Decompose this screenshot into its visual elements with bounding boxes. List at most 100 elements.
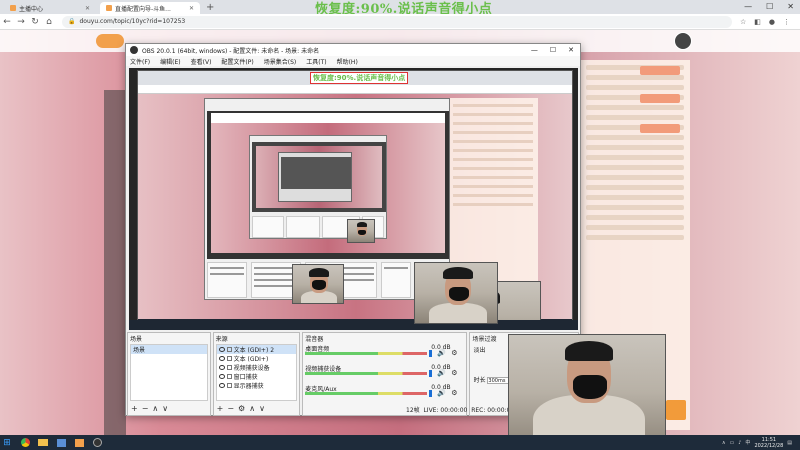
extension-icon[interactable]: ◧: [754, 18, 761, 26]
visibility-icon[interactable]: [218, 374, 225, 379]
scenes-dock: 场景 场景 + − ∧ ∨: [127, 332, 211, 416]
visibility-icon[interactable]: [218, 356, 225, 361]
add-source-button[interactable]: +: [217, 404, 224, 413]
recursive-capture-level-2: [211, 113, 445, 253]
tab-close-icon[interactable]: ✕: [85, 5, 90, 12]
browser-tab-anchor-center[interactable]: 主播中心 ✕: [4, 2, 96, 14]
obs-taskbar-icon[interactable]: [90, 437, 104, 448]
visibility-icon[interactable]: [218, 365, 225, 370]
browser-address-row: ← → ↻ ⌂ 🔒 douyu.com/topic/10yc?rid=10725…: [0, 14, 800, 30]
page-action-button[interactable]: [640, 94, 680, 103]
source-properties-button[interactable]: ⚙: [238, 404, 245, 413]
floating-webcam-large: [508, 334, 666, 450]
clock[interactable]: 11:51 2022/12/28: [754, 437, 783, 449]
nested-address-bar: [138, 85, 572, 94]
lock-icon[interactable]: [226, 347, 232, 352]
menu-tools[interactable]: 工具(T): [306, 57, 326, 66]
nested-overlay-text: 恢复度:90%.说话声音得小点: [310, 72, 409, 84]
speaker-icon[interactable]: 🔊: [437, 349, 446, 357]
app-icon-2[interactable]: [72, 437, 86, 448]
app-icon[interactable]: [54, 437, 68, 448]
move-up-button[interactable]: ∧: [152, 404, 158, 413]
tray-arrow-icon[interactable]: ∧: [722, 440, 726, 446]
move-down-button[interactable]: ∨: [162, 404, 168, 413]
notification-icon[interactable]: ▤: [787, 440, 792, 446]
source-item[interactable]: 窗口捕获: [217, 372, 297, 381]
sources-dock: 来源 文本 (GDI+) 2 文本 (GDI+) 视频捕获设备 窗口捕获 显示器…: [212, 332, 301, 416]
volume-slider[interactable]: [429, 390, 433, 397]
sources-list[interactable]: 文本 (GDI+) 2 文本 (GDI+) 视频捕获设备 窗口捕获 显示器捕获: [215, 344, 298, 401]
forward-button[interactable]: →: [14, 17, 28, 27]
browser-tab-douyu-guide[interactable]: 直播配置向导-斗鱼... ✕: [100, 2, 200, 14]
tab-close-icon[interactable]: ✕: [189, 5, 194, 12]
menu-view[interactable]: 查看(V): [191, 57, 212, 66]
page-action-button[interactable]: [640, 124, 680, 133]
source-item[interactable]: 显示器捕获: [217, 381, 297, 390]
start-button[interactable]: ⊞: [0, 438, 14, 448]
menu-icon[interactable]: ⋮: [783, 18, 790, 26]
back-button[interactable]: ←: [0, 17, 14, 27]
maximize-button[interactable]: ☐: [766, 2, 773, 11]
chrome-icon[interactable]: [18, 437, 32, 448]
obs-title-bar: OBS 20.0.1 (64bit, windows) - 配置文件: 未命名 …: [126, 44, 580, 56]
network-icon[interactable]: ▭: [729, 440, 734, 446]
remove-scene-button[interactable]: −: [142, 404, 149, 413]
minimize-button[interactable]: —: [744, 2, 752, 11]
source-item[interactable]: 文本 (GDI+) 2: [216, 345, 297, 354]
volume-slider[interactable]: [429, 350, 433, 357]
sources-toolbar: + − ⚙ ∧ ∨: [217, 404, 265, 413]
visibility-icon[interactable]: [218, 383, 225, 388]
profile-icon[interactable]: ●: [769, 18, 775, 26]
lock-icon[interactable]: [226, 374, 232, 379]
visibility-icon[interactable]: [218, 347, 225, 352]
gear-icon[interactable]: ⚙: [451, 349, 457, 357]
close-button[interactable]: ✕: [787, 2, 794, 11]
floating-action-button[interactable]: [666, 400, 686, 420]
lock-icon[interactable]: [226, 356, 232, 361]
nested-dock: [381, 262, 411, 298]
page-action-button[interactable]: [640, 66, 680, 75]
obs-status-bar: 12帧 LIVE: 00:00:00 REC: 00:00:00: [406, 405, 514, 414]
source-item[interactable]: 视频捕获设备: [217, 363, 297, 372]
new-tab-button[interactable]: +: [206, 2, 214, 14]
volume-slider[interactable]: [429, 370, 433, 377]
gear-icon[interactable]: ⚙: [451, 389, 457, 397]
menu-profile[interactable]: 配置文件(P): [221, 57, 253, 66]
obs-minimize-button[interactable]: —: [531, 46, 538, 54]
volume-meter: [305, 392, 428, 395]
menu-edit[interactable]: 编辑(E): [160, 57, 180, 66]
url-bar[interactable]: 🔒 douyu.com/topic/10yc?rid=107253: [62, 15, 732, 28]
obs-close-button[interactable]: ✕: [568, 46, 574, 54]
home-button[interactable]: ⌂: [42, 17, 56, 27]
bookmark-star-icon[interactable]: ☆: [740, 18, 746, 26]
add-scene-button[interactable]: +: [131, 404, 138, 413]
move-down-button[interactable]: ∨: [259, 404, 265, 413]
scene-item[interactable]: 场景: [131, 345, 207, 354]
site-logo[interactable]: [96, 34, 124, 48]
source-item[interactable]: 文本 (GDI+): [217, 354, 297, 363]
obs-title-text: OBS 20.0.1 (64bit, windows) - 配置文件: 未命名 …: [142, 47, 320, 55]
mixer-dock: 混音器 桌面音频 0.0 dB 🔊 ⚙ 视频捕获设备 0.0 dB 🔊 ⚙ 麦克…: [302, 332, 468, 416]
obs-menu-bar: 文件(F) 编辑(E) 查看(V) 配置文件(P) 场景集合(S) 工具(T) …: [126, 56, 580, 66]
menu-help[interactable]: 帮助(H): [337, 57, 358, 66]
ime-indicator[interactable]: 中: [745, 439, 750, 446]
menu-file[interactable]: 文件(F): [130, 57, 150, 66]
obs-preview[interactable]: 恢复度:90%.说话声音得小点: [129, 68, 578, 330]
menu-scene-collection[interactable]: 场景集合(S): [264, 57, 297, 66]
preview-taskbar: [129, 320, 578, 330]
speaker-icon[interactable]: 🔊: [437, 369, 446, 377]
obs-maximize-button[interactable]: ☐: [550, 46, 556, 54]
speaker-icon[interactable]: 🔊: [437, 389, 446, 397]
reload-button[interactable]: ↻: [28, 17, 42, 27]
remove-source-button[interactable]: −: [227, 404, 234, 413]
gear-icon[interactable]: ⚙: [451, 369, 457, 377]
lock-icon[interactable]: [226, 383, 232, 388]
lock-icon[interactable]: [226, 365, 232, 370]
volume-icon[interactable]: ♪: [738, 440, 741, 446]
file-explorer-icon[interactable]: [36, 437, 50, 448]
scenes-list[interactable]: 场景: [130, 344, 208, 401]
nested-dock-2: [252, 216, 284, 238]
nested-dock-2: [286, 216, 320, 238]
user-avatar[interactable]: [674, 32, 692, 50]
move-up-button[interactable]: ∧: [249, 404, 255, 413]
